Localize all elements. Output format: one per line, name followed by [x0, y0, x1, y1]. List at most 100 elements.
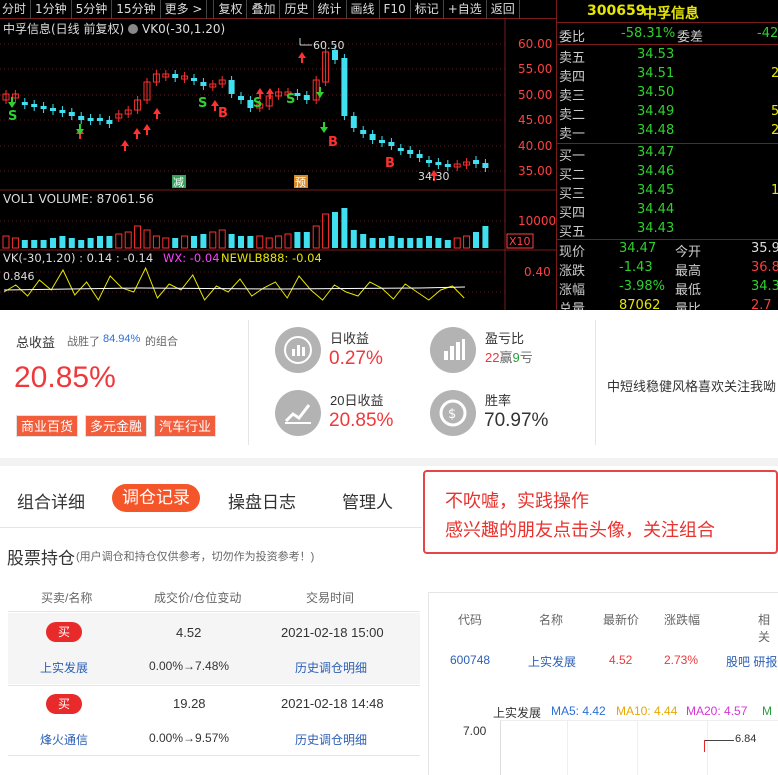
col-header-name: 买卖/名称 [41, 591, 93, 605]
candle [191, 78, 197, 81]
volume-bar [78, 240, 85, 248]
daily-return-icon [275, 327, 321, 373]
volume-bar [115, 233, 123, 249]
volume-tick: 10000 [518, 214, 556, 228]
candle [388, 142, 395, 146]
toolbar-5min[interactable]: 5分钟 [72, 0, 113, 19]
position-change: 0.00%→7.48% [149, 659, 230, 673]
volume-bar [416, 238, 423, 248]
volume-bar [2, 235, 10, 249]
toolbar-mark[interactable]: 标记 [411, 0, 444, 19]
mini-kline-chart[interactable] [500, 720, 778, 775]
mini-chart-ma10: MA10: 4.44 [616, 704, 678, 718]
toolbar-1min[interactable]: 1分钟 [31, 0, 72, 19]
info-links[interactable]: 股吧 研报 [726, 653, 777, 670]
weibi-label: 委比 [559, 30, 586, 45]
stat-label: 量比 [675, 302, 702, 310]
kline-chart[interactable]: 中孚信息(日线 前复权) VK0(-30,1.20) 60.00 55.00 5… [0, 19, 556, 310]
tab-manager[interactable]: 管理人 [342, 488, 393, 513]
info-code[interactable]: 600748 [450, 653, 490, 667]
stat-label: 总量 [559, 302, 586, 310]
order-label: 卖一 [559, 127, 586, 142]
info-header-related: 相关 [758, 613, 771, 644]
stock-link[interactable]: 上实发展 [40, 659, 88, 676]
toolbar-history[interactable]: 历史 [280, 0, 314, 19]
volume-unit: X10 [509, 235, 531, 248]
chart-title: 中孚信息(日线 前复权) [3, 21, 124, 36]
buy-arrow [143, 124, 151, 135]
vk-wx: WX: -0.04 [163, 251, 220, 265]
mini-chart-ma-extra: M [762, 704, 772, 718]
candle [444, 164, 451, 167]
mini-chart-ma5: MA5: 4.42 [551, 704, 606, 718]
volume-bar [200, 234, 207, 248]
promo-line-2: 感兴趣的朋友点击头像，关注组合 [445, 520, 715, 540]
toolbar-add-watchlist[interactable]: +自选 [444, 0, 487, 19]
toolbar-back[interactable]: 返回 [487, 0, 520, 19]
tag-finance[interactable]: 多元金融 [85, 415, 148, 437]
volume-bar [407, 238, 414, 248]
candle [482, 163, 489, 168]
price-tick: 60.00 [518, 37, 552, 51]
vk-line-white [3, 286, 466, 291]
order-volume: 2 [771, 123, 778, 138]
info-header-code: 代码 [458, 613, 483, 627]
stat-label: 涨幅 [559, 283, 586, 298]
candle [238, 96, 244, 100]
volume-bar [435, 238, 442, 248]
order-price: 34.48 [637, 123, 675, 138]
volume-bar [463, 235, 471, 249]
toolbar-f10[interactable]: F10 [380, 0, 411, 19]
tag-retail[interactable]: 商业百货 [16, 415, 79, 437]
promo-line-1: 不吹嘘，实践操作 [445, 491, 589, 511]
tab-portfolio-detail[interactable]: 组合详细 [17, 488, 85, 513]
tag-auto[interactable]: 汽车行业 [154, 415, 217, 437]
volume-bar [50, 238, 56, 248]
buy-badge: 买 [46, 622, 82, 642]
toolbar-15min[interactable]: 15分钟 [112, 0, 161, 19]
trade-price: 4.52 [176, 625, 202, 640]
volume-bar [228, 234, 235, 248]
win-count: 22 [485, 350, 500, 365]
total-return-value: 20.85% [14, 361, 116, 394]
volume-bars [2, 208, 489, 249]
buy-arrow [121, 140, 129, 151]
trade-signals: SS S SBBB [8, 52, 438, 181]
candle [78, 116, 85, 120]
high-label: 60.50 [313, 39, 345, 52]
toolbar-draw[interactable]: 画线 [347, 0, 380, 19]
stock-link[interactable]: 烽火通信 [40, 731, 88, 748]
profit-loss-value: 22赢9亏 [485, 347, 533, 366]
tab-rebalance-records[interactable]: 调仓记录 [112, 484, 200, 512]
beat-suffix: 的组合 [145, 336, 178, 348]
volume-bar [473, 232, 479, 248]
settings-icon[interactable] [128, 24, 138, 34]
candle [228, 80, 235, 94]
order-label: 卖四 [559, 70, 586, 85]
info-name[interactable]: 上实发展 [528, 653, 576, 670]
info-header-price: 最新价 [603, 613, 640, 627]
volume-bar [275, 235, 283, 249]
candle [426, 160, 432, 163]
volume-bar [68, 238, 75, 248]
toolbar-stats[interactable]: 统计 [314, 0, 347, 19]
stat-value: 34.3 [751, 279, 778, 294]
toolbar-adjust[interactable]: 复权 [213, 0, 248, 19]
history-detail-link[interactable]: 历史调仓明细 [295, 731, 367, 748]
vk-newlb: NEWLB888: -0.04 [221, 251, 322, 265]
order-label: 买二 [559, 168, 586, 183]
toolbar-more[interactable]: 更多 > [161, 0, 208, 19]
buy-arrow [266, 88, 274, 99]
volume-bar [388, 236, 395, 248]
history-detail-link[interactable]: 历史调仓明细 [295, 659, 367, 676]
signal-letter: S [198, 96, 207, 111]
chart-toolbar: 分时 1分钟 5分钟 15分钟 更多 > 复权 叠加 历史 统计 画线 F10 … [0, 0, 556, 19]
win-rate-label: 胜率 [485, 393, 512, 408]
toolbar-intraday[interactable]: 分时 [0, 0, 32, 19]
mini-chart-ma20: MA20: 4.57 [686, 704, 748, 718]
volume-bar [256, 235, 264, 249]
tab-trading-log[interactable]: 操盘日志 [228, 488, 296, 513]
total-return-label: 总收益 [16, 335, 56, 350]
profit-loss-label: 盈亏比 [485, 331, 525, 346]
toolbar-overlay[interactable]: 叠加 [247, 0, 281, 19]
